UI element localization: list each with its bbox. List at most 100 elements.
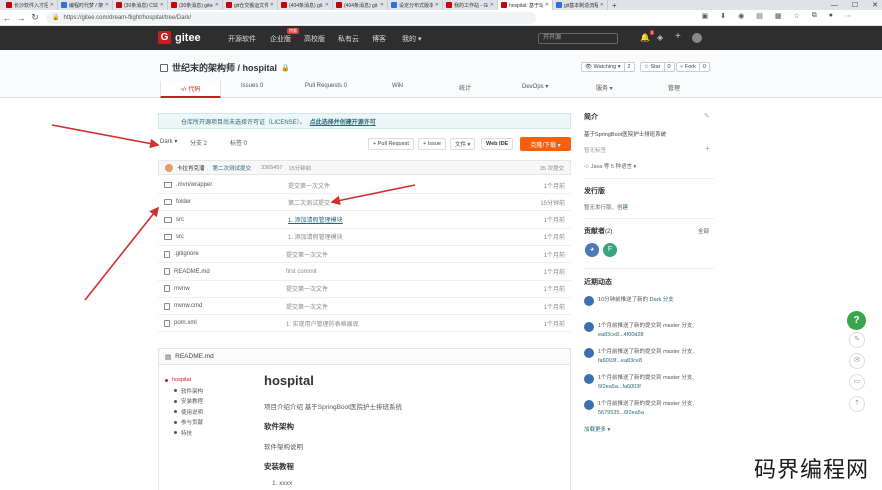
close-tab-icon[interactable]: ✕ xyxy=(435,2,439,8)
commit-message[interactable]: 第二次测试提交 xyxy=(213,164,252,172)
extension-icon[interactable]: ◉ xyxy=(738,12,744,20)
avatar[interactable] xyxy=(584,296,594,306)
close-tab-icon[interactable]: ✕ xyxy=(50,2,54,8)
toc-item[interactable]: 参与贡献 xyxy=(165,417,245,428)
tab-devops[interactable]: DevOps ▾ xyxy=(522,83,548,97)
tags-link[interactable]: 标签 0 xyxy=(230,138,247,147)
contributor-avatar[interactable]: ◕ xyxy=(585,243,599,257)
file-commit-message[interactable]: 1. 实现用户管理的表格展现 xyxy=(286,319,536,328)
file-commit-message[interactable]: 1. 添加请假管理模块 xyxy=(288,215,538,224)
activity-link[interactable]: 5679535...6f2ea5a xyxy=(598,410,644,416)
back-icon[interactable]: ← xyxy=(0,13,14,23)
browser-tab[interactable]: (404条消息) git... ✕ xyxy=(333,0,388,10)
file-name[interactable]: mvnw.cmd xyxy=(174,303,286,309)
file-row[interactable]: src 1. 添加请假管理模块 1个月前 xyxy=(158,212,571,229)
commit-author[interactable]: 卡拉肖克潘 xyxy=(177,164,205,172)
browser-tab[interactable]: git基本制造流程 ✕ xyxy=(553,0,608,10)
nav-enterprise[interactable]: 企业版 特惠 xyxy=(270,28,299,44)
help-button[interactable]: ? xyxy=(847,311,866,330)
file-row[interactable]: mvnw.cmd 提交第一次文件 1个月前 xyxy=(158,298,571,316)
watching-button[interactable]: 👁 Watching ▾ 2 xyxy=(581,62,635,72)
tab-code[interactable]: ‹/› 代码 xyxy=(160,81,222,98)
create-license-link[interactable]: 点此选择并创建开源许可 xyxy=(310,117,376,126)
maximize-icon[interactable]: ☐ xyxy=(852,1,858,9)
file-row[interactable]: mvnw 提交第一次文件 1个月前 xyxy=(158,281,571,298)
branches-link[interactable]: 分支 2 xyxy=(190,138,207,147)
toc-item[interactable]: hospital xyxy=(165,375,245,386)
new-tab-button[interactable]: + xyxy=(608,1,621,10)
collections-icon[interactable]: ⧉ xyxy=(812,12,817,20)
reload-icon[interactable]: ↻ xyxy=(28,12,42,23)
close-window-icon[interactable]: ✕ xyxy=(872,1,878,9)
language-summary[interactable]: ‹/› Java 等 5 种语言 ▾ xyxy=(584,162,636,170)
browser-tab[interactable]: (30条消息) CSD ✕ xyxy=(113,0,168,10)
close-tab-icon[interactable]: ✕ xyxy=(380,2,384,8)
nav-education[interactable]: 高校版 xyxy=(304,34,325,44)
mark-icon[interactable]: ◈ xyxy=(657,33,663,42)
readme-filename[interactable]: README.md xyxy=(175,353,214,360)
url-field[interactable]: 🔒 https://gitee.com/dream-flight/hospita… xyxy=(46,11,536,24)
tab-wiki[interactable]: Wiki xyxy=(392,83,403,97)
browser-tab[interactable]: 设定分布式版本控✕ xyxy=(388,0,443,10)
file-row[interactable]: folder 第二次测试提交 15分钟前 xyxy=(158,194,571,212)
file-row[interactable]: .mvn/wrapper 提交第一次文件 1个月前 xyxy=(158,177,571,194)
browser-tab[interactable]: 长沙软件入才招聘✕ xyxy=(3,0,58,10)
edit-icon[interactable]: ✎ xyxy=(704,112,710,120)
close-tab-icon[interactable]: ✕ xyxy=(215,2,219,8)
file-row[interactable]: pom.xml 1. 实现用户管理的表格展现 1个月前 xyxy=(158,315,571,333)
toc-item[interactable]: 安装教程 xyxy=(165,396,245,407)
nav-mine[interactable]: 我的 ▾ xyxy=(402,34,421,44)
close-tab-icon[interactable]: ✕ xyxy=(490,2,494,8)
file-commit-message[interactable]: 提交第一次文件 xyxy=(286,284,536,293)
toc-item[interactable]: 特技 xyxy=(165,428,245,439)
menu-icon[interactable]: ⋯ xyxy=(845,12,852,20)
file-commit-message[interactable]: 第二次测试提交 xyxy=(288,198,538,207)
file-name[interactable]: .mvn/wrapper xyxy=(176,182,288,188)
file-name[interactable]: src xyxy=(176,234,288,240)
add-tag-icon[interactable]: + xyxy=(705,144,710,153)
clone-download-button[interactable]: 克隆/下载 ▾ xyxy=(520,137,571,151)
bell-icon[interactable]: 🔔 xyxy=(640,33,650,42)
activity-link[interactable]: 6f2ea5a...fa6003f xyxy=(598,384,641,390)
forward-icon[interactable]: → xyxy=(14,13,28,23)
file-name[interactable]: .gitignore xyxy=(174,251,286,257)
close-tab-icon[interactable]: ✕ xyxy=(270,2,274,8)
plus-icon[interactable]: + xyxy=(675,31,681,42)
tab-manage[interactable]: 管理 xyxy=(668,83,680,97)
repo-name[interactable]: 世纪末的架构师 / hospital xyxy=(172,61,277,74)
new-issue-button[interactable]: + Issue xyxy=(418,138,446,150)
avatar[interactable] xyxy=(584,348,594,358)
file-commit-message[interactable]: first commit xyxy=(286,269,536,275)
fork-button[interactable]: ⑂ Fork 0 xyxy=(676,62,710,72)
profile-icon[interactable]: ● xyxy=(829,12,833,20)
gitee-logo[interactable]: G gitee xyxy=(158,31,201,44)
nav-private-cloud[interactable]: 私有云 xyxy=(338,34,359,44)
file-commit-message[interactable]: 提交第一次文件 xyxy=(286,302,536,311)
avatar[interactable] xyxy=(692,33,702,43)
browser-tab[interactable]: 编程时代梦 / 架构师✕ xyxy=(58,0,113,10)
close-tab-icon[interactable]: ✕ xyxy=(160,2,164,8)
create-release-link[interactable]: 创建 xyxy=(617,205,628,211)
file-menu-button[interactable]: 文件 ▾ xyxy=(450,138,476,150)
header-search-input[interactable]: 开开源 xyxy=(538,33,618,44)
nav-blog[interactable]: 博客 xyxy=(372,34,386,44)
file-name[interactable]: pom.xml xyxy=(174,320,286,326)
browser-tab[interactable]: (404条消息) git... ✕ xyxy=(278,0,333,10)
nav-open-source[interactable]: 开源软件 xyxy=(228,34,256,44)
contributor-avatar[interactable]: F xyxy=(603,243,617,257)
file-row[interactable]: src 1. 添加请假管理模块 1个月前 xyxy=(158,229,571,246)
web-ide-button[interactable]: Web IDE xyxy=(481,138,514,150)
branch-select[interactable]: Dark ▾ xyxy=(160,138,177,145)
tab-stats[interactable]: 统计 xyxy=(459,83,471,97)
extension-icon[interactable]: ▣ xyxy=(702,12,709,20)
activity-link[interactable]: Dark 分支 xyxy=(650,297,674,303)
activity-link[interactable]: ea83ce8...4f00d28 xyxy=(598,332,644,338)
commit-hash[interactable]: 3365457 xyxy=(261,165,282,171)
tab-services[interactable]: 服务 ▾ xyxy=(596,83,613,97)
file-name[interactable]: README.md xyxy=(174,269,286,275)
close-tab-icon[interactable]: ✕ xyxy=(105,2,109,8)
toc-item[interactable]: 软件架构 xyxy=(165,386,245,397)
file-row[interactable]: README.md first commit 1个月前 xyxy=(158,264,571,281)
browser-tab[interactable]: (30条消息) gitee ✕ xyxy=(168,0,223,10)
commit-count[interactable]: 35 次提交 xyxy=(540,164,570,172)
